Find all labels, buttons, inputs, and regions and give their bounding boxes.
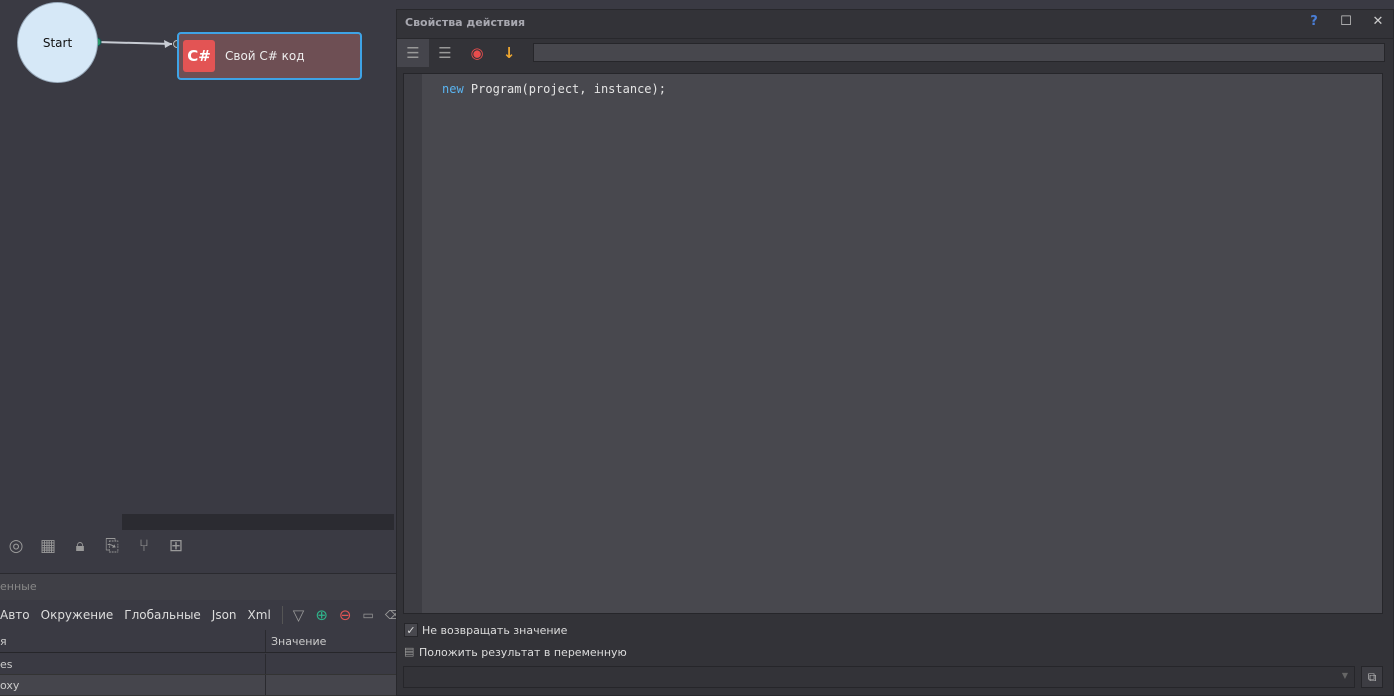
csharp-code-node[interactable]: C# Свой C# код bbox=[177, 32, 362, 80]
code-editor[interactable]: new Program(project, instance); bbox=[403, 73, 1383, 614]
row-value bbox=[265, 675, 271, 695]
start-node[interactable]: Start bbox=[17, 2, 98, 83]
copy-icon[interactable]: ⧉ bbox=[1361, 666, 1383, 688]
lock-icon[interactable]: 🔒︎ bbox=[64, 536, 96, 562]
edit-doc-icon[interactable]: ☰ bbox=[429, 39, 461, 67]
no-return-label: Не возвращать значение bbox=[422, 624, 568, 637]
code-file-icon[interactable]: ⎘ bbox=[96, 536, 128, 562]
tab-global[interactable]: Глобальные bbox=[124, 608, 201, 622]
code-keyword: new bbox=[442, 82, 464, 96]
help-button[interactable]: ? bbox=[1303, 14, 1325, 34]
node-label: Свой C# код bbox=[225, 49, 305, 63]
tab-json[interactable]: Json bbox=[212, 608, 237, 622]
tab-xml[interactable]: Xml bbox=[248, 608, 271, 622]
settings-doc-icon[interactable]: ☰ bbox=[397, 39, 429, 67]
tab-auto[interactable]: Авто bbox=[0, 608, 30, 622]
line-gutter bbox=[404, 74, 422, 613]
table-row[interactable]: oxy bbox=[0, 675, 396, 696]
branch-icon[interactable]: ⑂ bbox=[128, 536, 160, 562]
remove-variable-icon[interactable]: ⊖ bbox=[339, 606, 352, 624]
action-properties-panel: Свойства действия ? ☐ ✕ ☰ ☰ ◉ ↓ new Prog… bbox=[396, 9, 1394, 696]
user-circle-icon[interactable]: ◎ bbox=[0, 536, 32, 562]
frame-icon[interactable]: ▭ bbox=[363, 608, 374, 622]
no-return-checkbox[interactable]: ✓ bbox=[404, 623, 418, 637]
code-text: Program(project, instance); bbox=[463, 82, 666, 96]
panel-title: Свойства действия bbox=[405, 16, 526, 29]
variables-header: енные bbox=[0, 573, 396, 600]
row-value bbox=[265, 654, 271, 674]
record-icon[interactable]: ◉ bbox=[461, 39, 493, 67]
column-name: я bbox=[0, 634, 7, 648]
add-variable-icon[interactable]: ⊕ bbox=[315, 606, 328, 624]
arrow-down-icon[interactable]: ↓ bbox=[493, 39, 525, 67]
column-value: Значение bbox=[265, 630, 326, 652]
filter-icon[interactable]: ▽ bbox=[281, 606, 304, 624]
horizontal-scrollbar[interactable] bbox=[122, 514, 394, 530]
close-button[interactable]: ✕ bbox=[1367, 14, 1389, 34]
save-icon: ▤ bbox=[404, 645, 415, 658]
result-variable-select[interactable]: ▼ bbox=[403, 666, 1355, 688]
start-label: Start bbox=[42, 35, 73, 50]
add-block-icon[interactable]: ⊞ bbox=[160, 536, 192, 562]
row-name: es bbox=[0, 657, 13, 671]
variables-table-header: я Значение bbox=[0, 630, 396, 653]
row-name: oxy bbox=[0, 678, 20, 692]
table-row[interactable]: es bbox=[0, 654, 396, 675]
grid-icon[interactable]: ▦ bbox=[32, 536, 64, 562]
variables-tabs: Авто Окружение Глобальные Json Xml ▽ ⊕ ⊖… bbox=[0, 602, 402, 628]
toolbar-input[interactable] bbox=[533, 43, 1385, 62]
csharp-icon: C# bbox=[183, 40, 215, 72]
code-line: new Program(project, instance); bbox=[442, 82, 666, 96]
save-result-label: Положить результат в переменную bbox=[419, 646, 627, 659]
chevron-down-icon: ▼ bbox=[1341, 671, 1348, 680]
bottom-toolbar: ◎ ▦ 🔒︎ ⎘ ⑂ ⊞ bbox=[0, 536, 192, 562]
panel-toolbar: ☰ ☰ ◉ ↓ bbox=[397, 38, 1394, 67]
maximize-button[interactable]: ☐ bbox=[1335, 14, 1357, 34]
tab-environment[interactable]: Окружение bbox=[41, 608, 114, 622]
workflow-canvas[interactable]: Start C# Свой C# код bbox=[0, 0, 396, 514]
